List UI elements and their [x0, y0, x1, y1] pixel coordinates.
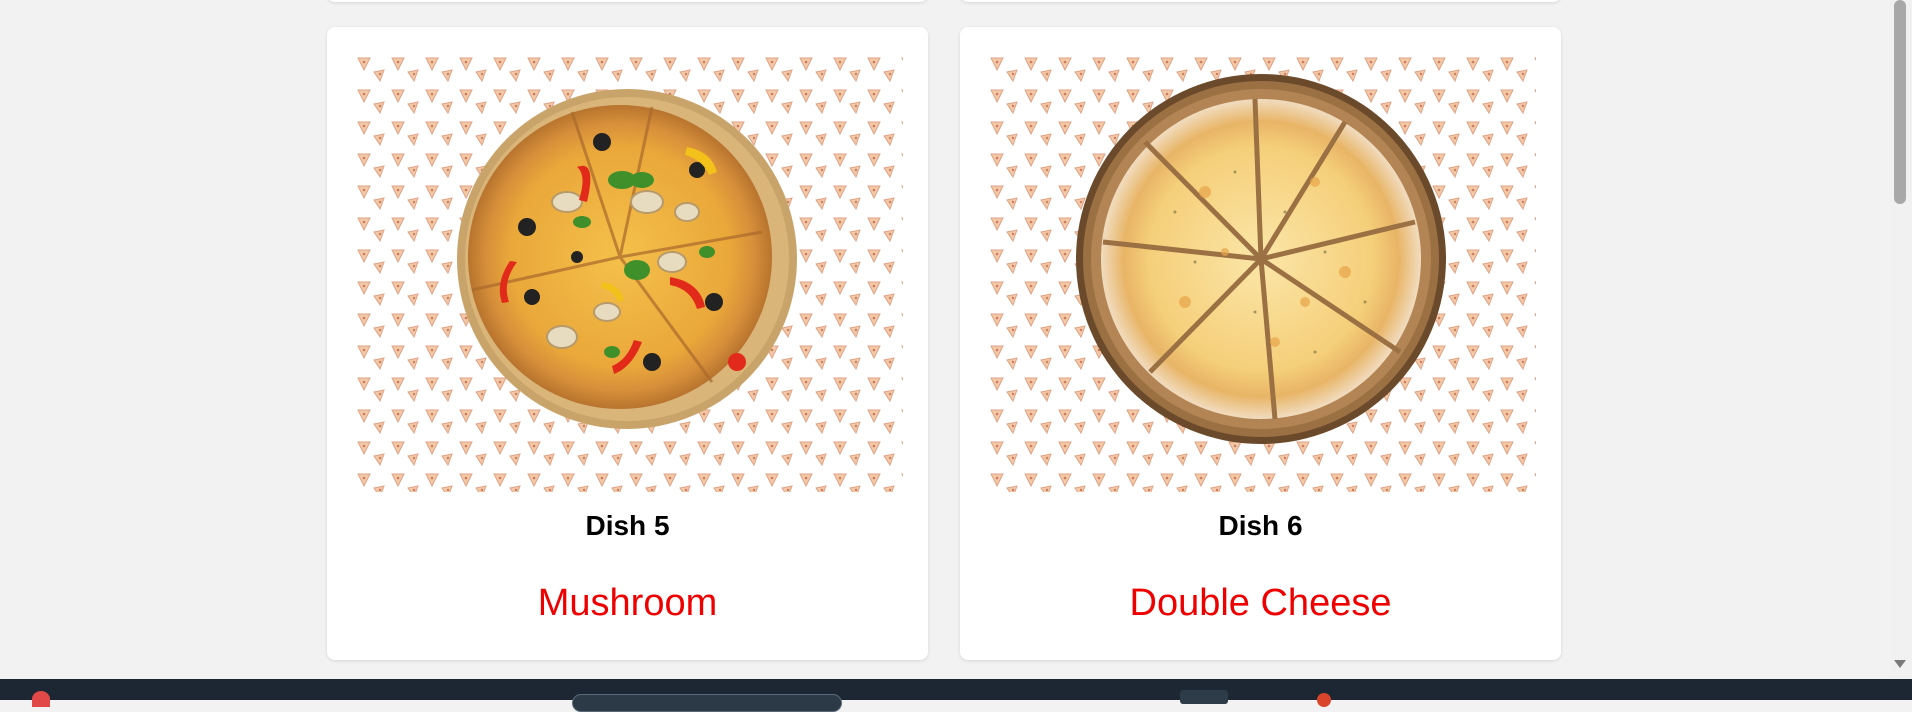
- dish-title: Dish 5: [585, 510, 670, 541]
- dish-name: Mushroom: [537, 582, 718, 624]
- dish-card[interactable]: Dish 6 Double Cheese: [960, 27, 1561, 660]
- taskbar-app-dot-icon[interactable]: [1317, 693, 1331, 707]
- dish-title: Dish 6: [1218, 510, 1303, 541]
- taskbar-search-box[interactable]: [572, 694, 842, 712]
- dish-name: Double Cheese: [1129, 582, 1392, 624]
- dish-image: [352, 52, 903, 492]
- taskbar-app-icon[interactable]: [1180, 690, 1228, 704]
- browser-viewport: Dish 5 Mushroom Dish 6 Double Cheese: [0, 0, 1890, 679]
- scroll-down-arrow-icon[interactable]: [1894, 660, 1906, 668]
- dish-card-previous-right[interactable]: [960, 0, 1561, 2]
- scrollbar-thumb[interactable]: [1894, 0, 1906, 204]
- notification-badge-icon[interactable]: [32, 691, 50, 707]
- taskbar: [0, 679, 1912, 712]
- dish-card[interactable]: Dish 5 Mushroom: [327, 27, 928, 660]
- cheese-pizza-image: [985, 52, 1536, 492]
- dish-card-previous-left[interactable]: [327, 0, 928, 2]
- dish-image: [985, 52, 1536, 492]
- mushroom-pizza-image: [352, 52, 903, 492]
- vertical-scrollbar[interactable]: [1890, 0, 1912, 679]
